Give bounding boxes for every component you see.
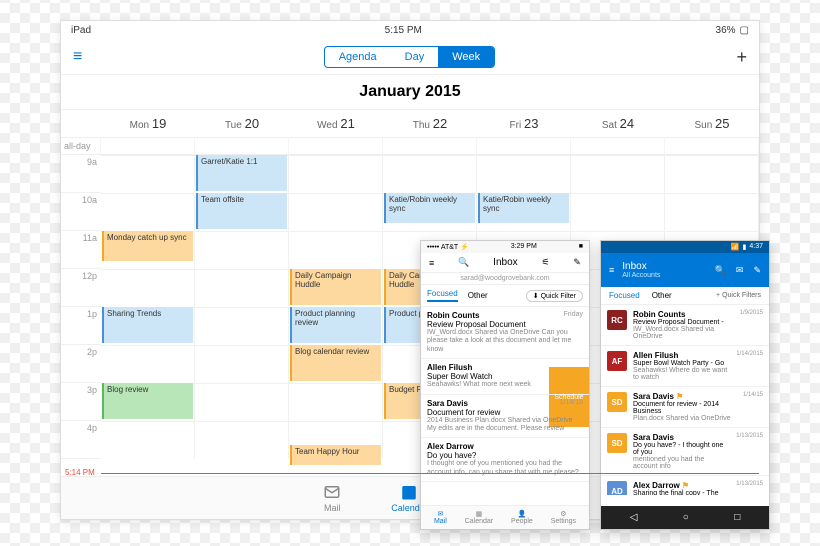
android-phone: 📶▮4:37 ≡ InboxAll Accounts 🔍 ✉ ✎ Focused… <box>600 240 770 530</box>
message-item[interactable]: Allen FilushSuper Bowl WatchSeahawks! Wh… <box>421 359 589 394</box>
quick-filters-button[interactable]: + Quick Filters <box>716 292 761 299</box>
day-thu[interactable]: Thu 22 <box>383 110 477 137</box>
calendar-event[interactable]: Blog review <box>102 383 193 419</box>
recent-button[interactable]: □ <box>734 512 740 523</box>
segment-day[interactable]: Day <box>391 47 439 67</box>
day-wed[interactable]: Wed 21 <box>289 110 383 137</box>
android-navbar: ◁ ○ □ <box>601 506 769 529</box>
android-statusbar: 📶▮4:37 <box>601 241 769 253</box>
ios-tabs: Focused Other ⬇ Quick Filter <box>421 285 589 307</box>
search-icon[interactable]: 🔍 <box>715 265 726 276</box>
day-sat[interactable]: Sat 24 <box>571 110 665 137</box>
message-item[interactable]: AFAllen FilushSuper Bowl Watch Party - G… <box>601 346 769 387</box>
col-tue[interactable]: Garret/Katie 1:1Team offsite <box>195 155 289 459</box>
calendar-event[interactable]: Katie/Robin weekly sync <box>384 193 475 223</box>
tab-other[interactable]: Other <box>468 291 488 300</box>
calendar-event[interactable]: Team offsite <box>196 193 287 229</box>
day-sun[interactable]: Sun 25 <box>665 110 759 137</box>
calendar-event[interactable]: Product planning review <box>290 307 381 343</box>
account-label: sarad@woodgrovebank.com <box>421 273 589 285</box>
col-mon[interactable]: Monday catch up sync Sharing Trends Blog r… <box>101 155 195 459</box>
status-time: 5:15 PM <box>385 25 422 36</box>
mail-icon[interactable]: ✉ <box>736 265 744 276</box>
tab-people[interactable]: 👤People <box>511 510 533 525</box>
compose-icon[interactable]: ✎ <box>753 265 761 276</box>
message-item[interactable]: ADAlex Darrow ⚑Sharing the final copy - … <box>601 476 769 495</box>
tab-mail[interactable]: ✉Mail <box>434 510 447 525</box>
day-mon[interactable]: Mon 19 <box>101 110 195 137</box>
quick-filter-button[interactable]: ⬇ Quick Filter <box>526 290 583 302</box>
col-wed[interactable]: Daily Campaign HuddleProduct planning re… <box>289 155 383 459</box>
message-item[interactable]: SDSara DavisDo you have? - I thought one… <box>601 428 769 476</box>
calendar-event[interactable]: Katie/Robin weekly sync <box>478 193 569 223</box>
home-button[interactable]: ○ <box>683 512 689 523</box>
calendar-event[interactable]: Sharing Trends <box>102 307 193 343</box>
day-tue[interactable]: Tue 20 <box>195 110 289 137</box>
inbox-title: Inbox <box>493 257 517 268</box>
add-event-button[interactable]: + <box>736 47 747 68</box>
tab-focused[interactable]: Focused <box>427 289 458 302</box>
compose-icon[interactable]: ✎ <box>573 257 581 268</box>
account-label: All Accounts <box>622 272 660 279</box>
message-item[interactable]: Alex DarrowSharing the final copyThe fin… <box>421 482 589 487</box>
ios-phone: ••••• AT&T ⚡3:29 PM■ ≡ 🔍 Inbox ⚟ ✎ sarad… <box>420 240 590 530</box>
calendar-event[interactable]: Monday catch up sync <box>102 231 193 261</box>
message-item[interactable]: Robin CountsReview Proposal DocumentIW_W… <box>421 307 589 359</box>
allday-row: all-day <box>61 138 759 155</box>
back-button[interactable]: ◁ <box>630 512 638 523</box>
calendar-event[interactable]: Blog calendar review <box>290 345 381 381</box>
day-fri[interactable]: Fri 23 <box>477 110 571 137</box>
view-segment: Agenda Day Week <box>324 46 495 68</box>
day-headers: Mon 19 Tue 20 Wed 21 Thu 22 Fri 23 Sat 2… <box>61 110 759 138</box>
toolbar: ≡ Agenda Day Week + <box>61 40 759 75</box>
tab-focused[interactable]: Focused <box>609 291 640 300</box>
ios-tabbar: ✉Mail ▦Calendar 👤People ⚙Settings <box>421 505 589 529</box>
tab-mail[interactable]: Mail <box>323 483 341 513</box>
battery-label: 36%▢ <box>716 25 749 36</box>
ios-header: ≡ 🔍 Inbox ⚟ ✎ <box>421 253 589 273</box>
menu-icon[interactable]: ≡ <box>609 265 614 275</box>
segment-agenda[interactable]: Agenda <box>325 47 391 67</box>
message-item[interactable]: Alex DarrowDo you have?I thought one of … <box>421 438 589 482</box>
inbox-title: Inbox <box>622 261 660 272</box>
ios-statusbar: ••••• AT&T ⚡3:29 PM■ <box>421 241 589 253</box>
filter-icon[interactable]: ⚟ <box>541 257 549 268</box>
month-title: January 2015 <box>61 75 759 110</box>
calendar-event[interactable]: Team Happy Hour <box>290 445 381 465</box>
segment-week[interactable]: Week <box>438 47 494 67</box>
android-header: ≡ InboxAll Accounts 🔍 ✉ ✎ <box>601 253 769 287</box>
search-icon[interactable]: 🔍 <box>458 257 469 268</box>
message-item[interactable]: SDSara Davis ⚑Document for review - 2014… <box>601 387 769 428</box>
tab-settings[interactable]: ⚙Settings <box>551 510 576 525</box>
now-line <box>101 473 759 474</box>
calendar-event[interactable]: Daily Campaign Huddle <box>290 269 381 305</box>
message-item[interactable]: RCRobin CountsReview Proposal Document -… <box>601 305 769 346</box>
ipad-statusbar: iPad 5:15 PM 36%▢ <box>61 21 759 40</box>
message-item[interactable]: Sara DavisDocument for review2014 Busine… <box>421 395 589 439</box>
tab-other[interactable]: Other <box>652 291 672 300</box>
android-tabs: Focused Other + Quick Filters <box>601 287 769 305</box>
hour-column: 9a10a11a12p1p2p3p4p <box>61 155 101 459</box>
android-message-list[interactable]: RCRobin CountsReview Proposal Document -… <box>601 305 769 495</box>
menu-icon[interactable]: ≡ <box>429 258 434 268</box>
ios-message-list[interactable]: Schedule Robin CountsReview Proposal Doc… <box>421 307 589 487</box>
calendar-event[interactable]: Garret/Katie 1:1 <box>196 155 287 191</box>
tab-calendar[interactable]: ▦Calendar <box>465 510 493 525</box>
device-label: iPad <box>71 25 91 36</box>
menu-icon[interactable]: ≡ <box>73 48 82 66</box>
